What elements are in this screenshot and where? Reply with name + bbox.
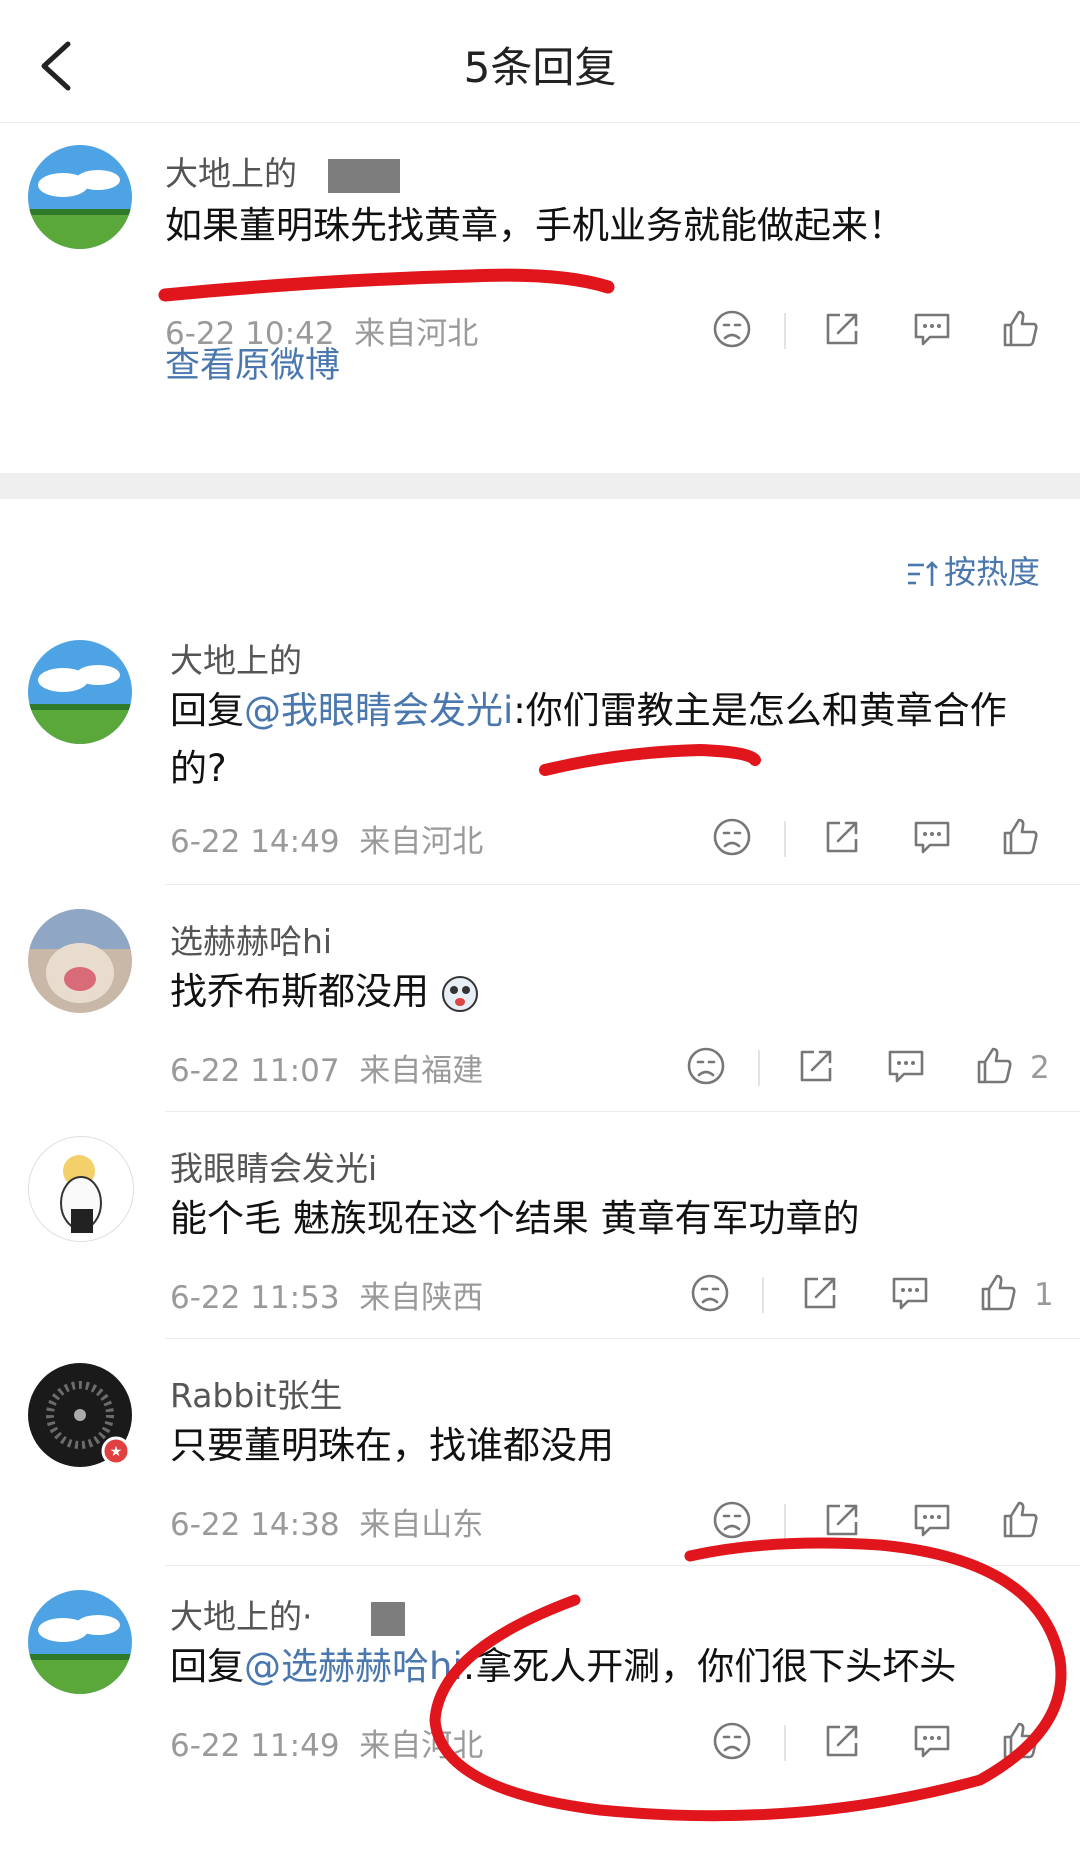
svg-text:★: ★ <box>110 1444 123 1460</box>
comment-username[interactable]: 大地上的 <box>165 147 400 195</box>
comment-icon[interactable] <box>910 307 958 355</box>
reply-text: 找乔布斯都没用 <box>170 963 479 1021</box>
reply-actions <box>710 815 1040 863</box>
redaction-block <box>370 1601 405 1636</box>
comment-icon[interactable] <box>910 1498 958 1546</box>
divider <box>784 313 786 349</box>
reply-actions: 2 <box>684 1044 1054 1092</box>
reply-item: 我眼睛会发光i 能个毛 魅族现在这个结果 黄章有军功章的 6-22 11:53 … <box>0 1112 1080 1338</box>
avatar[interactable] <box>28 640 132 744</box>
like-icon[interactable] <box>998 307 1046 355</box>
dislike-icon[interactable] <box>684 1044 732 1092</box>
sort-label: 按热度 <box>943 553 1040 591</box>
comment-actions <box>710 307 1040 355</box>
reply-item: 大地上的· 回复@选赫赫哈hi:拿死人开涮，你们很下头坏头 6-22 11:49… <box>0 1566 1080 1850</box>
avatar[interactable]: ★ <box>28 1363 132 1467</box>
comment-icon[interactable] <box>884 1044 932 1092</box>
share-icon[interactable] <box>820 307 868 355</box>
emoji-icon <box>441 975 478 1012</box>
mention-link[interactable]: @我眼睛会发光i <box>244 689 513 732</box>
like-icon[interactable] <box>998 815 1046 863</box>
reply-username[interactable]: 选赫赫哈hi <box>170 915 332 963</box>
divider <box>784 821 786 857</box>
reply-actions <box>710 1719 1040 1767</box>
like-count: 2 <box>1030 1050 1050 1086</box>
divider <box>758 1050 760 1086</box>
dislike-icon[interactable] <box>710 1498 758 1546</box>
sort-by-hot-button[interactable]: 按热度 <box>906 547 1040 593</box>
reply-username[interactable]: 大地上的 <box>170 634 302 682</box>
sort-icon <box>907 561 938 586</box>
reply-meta: 6-22 11:53 来自陕西 <box>170 1280 484 1316</box>
reply-meta: 6-22 14:49 来自河北 <box>170 824 484 860</box>
share-icon[interactable] <box>820 1498 868 1546</box>
dislike-icon[interactable] <box>710 307 758 355</box>
avatar[interactable] <box>28 145 132 249</box>
like-icon[interactable] <box>976 1271 1024 1319</box>
comment-icon[interactable] <box>910 1719 958 1767</box>
reply-text: 只要董明珠在，找谁都没用 <box>170 1424 614 1467</box>
top-bar: 5条回复 <box>0 0 1080 123</box>
reply-actions <box>710 1498 1040 1546</box>
reply-username[interactable]: Rabbit张生 <box>170 1369 342 1417</box>
reply-username[interactable]: 我眼睛会发光i <box>170 1142 377 1190</box>
share-icon[interactable] <box>820 1719 868 1767</box>
original-comment: 大地上的 如果董明珠先找黄章，手机业务就能做起来！ 6-22 10:42 来自河… <box>0 123 1080 473</box>
dislike-icon[interactable] <box>710 1719 758 1767</box>
redaction-block <box>327 158 400 193</box>
avatar[interactable] <box>28 1590 132 1694</box>
share-icon[interactable] <box>794 1044 842 1092</box>
comment-icon[interactable] <box>888 1271 936 1319</box>
page-title: 5条回复 <box>463 43 617 92</box>
reply-meta: 6-22 14:38 来自山东 <box>170 1507 484 1543</box>
reply-item: ★ Rabbit张生 只要董明珠在，找谁都没用 6-22 14:38 来自山东 <box>0 1339 1080 1565</box>
share-icon[interactable] <box>820 815 868 863</box>
like-icon[interactable] <box>998 1498 1046 1546</box>
divider <box>762 1277 764 1313</box>
reply-meta: 6-22 11:49 来自河北 <box>170 1728 484 1764</box>
reply-username[interactable]: 大地上的· <box>170 1590 405 1638</box>
like-count: 1 <box>1034 1277 1054 1313</box>
like-icon[interactable] <box>972 1044 1020 1092</box>
share-icon[interactable] <box>798 1271 846 1319</box>
reply-text: 能个毛 魅族现在这个结果 黄章有军功章的 <box>170 1197 860 1240</box>
reply-item: 选赫赫哈hi 找乔布斯都没用 6-22 11:07 来自福建 2 <box>0 885 1080 1111</box>
section-gap <box>0 473 1080 499</box>
like-icon[interactable] <box>998 1719 1046 1767</box>
view-original-post-link[interactable]: 查看原微博 <box>165 337 340 388</box>
reply-meta: 6-22 11:07 来自福建 <box>170 1053 484 1089</box>
reply-actions: 1 <box>688 1271 1058 1319</box>
mention-link[interactable]: @选赫赫哈hi <box>244 1645 463 1688</box>
divider <box>784 1725 786 1761</box>
reply-text: 回复@选赫赫哈hi:拿死人开涮，你们很下头坏头 <box>170 1645 957 1688</box>
dislike-icon[interactable] <box>710 815 758 863</box>
comment-text: 如果董明珠先找黄章，手机业务就能做起来！ <box>165 204 905 247</box>
dislike-icon[interactable] <box>688 1271 736 1319</box>
comment-icon[interactable] <box>910 815 958 863</box>
reply-item: 大地上的 回复@我眼睛会发光i:你们雷教主是怎么和黄章合作 的? 6-22 14:… <box>0 620 1080 884</box>
reply-text: 回复@我眼睛会发光i:你们雷教主是怎么和黄章合作 的? <box>170 689 1007 790</box>
avatar[interactable] <box>28 1136 134 1242</box>
divider <box>784 1504 786 1540</box>
avatar[interactable] <box>28 909 132 1013</box>
